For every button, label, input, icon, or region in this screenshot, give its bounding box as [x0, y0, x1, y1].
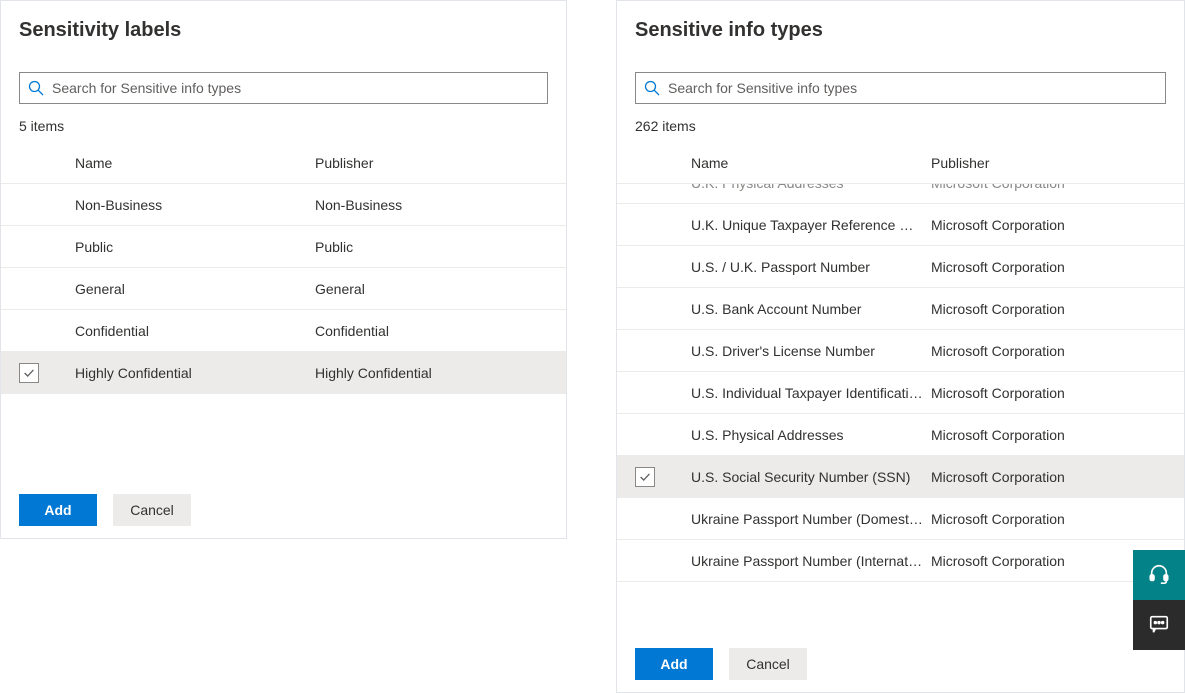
- table-row[interactable]: Ukraine Passport Number (Domestic)Micros…: [617, 498, 1184, 540]
- row-name: Ukraine Passport Number (Domestic): [691, 511, 931, 527]
- row-name: General: [75, 281, 315, 297]
- column-publisher[interactable]: Publisher: [315, 155, 566, 171]
- row-publisher: Microsoft Corporation: [931, 259, 1184, 275]
- search-input[interactable]: [50, 73, 539, 103]
- panel-footer: Add Cancel: [1, 482, 566, 538]
- add-button[interactable]: Add: [19, 494, 97, 526]
- checkbox[interactable]: [635, 467, 655, 487]
- table-row[interactable]: U.S. Social Security Number (SSN)Microso…: [617, 456, 1184, 498]
- row-publisher: Microsoft Corporation: [931, 469, 1184, 485]
- table: Name Publisher U.K. Physical AddressesMi…: [617, 142, 1184, 636]
- panel-footer: Add Cancel: [617, 636, 1184, 692]
- add-button[interactable]: Add: [635, 648, 713, 680]
- table-body: Non-BusinessNon-BusinessPublicPublicGene…: [1, 184, 566, 482]
- row-publisher: Microsoft Corporation: [931, 385, 1184, 401]
- table-row[interactable]: Non-BusinessNon-Business: [1, 184, 566, 226]
- row-name: Ukraine Passport Number (International): [691, 553, 931, 569]
- table-row[interactable]: U.S. Individual Taxpayer Identification …: [617, 372, 1184, 414]
- row-name: Highly Confidential: [75, 365, 315, 381]
- column-publisher[interactable]: Publisher: [931, 155, 1184, 171]
- table-header: Name Publisher: [617, 142, 1184, 184]
- search-icon: [28, 80, 44, 96]
- row-name: U.S. Driver's License Number: [691, 343, 931, 359]
- help-headset-icon: [1148, 563, 1170, 588]
- row-publisher: Microsoft Corporation: [931, 217, 1184, 233]
- table-row[interactable]: U.S. Bank Account NumberMicrosoft Corpor…: [617, 288, 1184, 330]
- table-row[interactable]: Highly ConfidentialHighly Confidential: [1, 352, 566, 394]
- feedback-button[interactable]: [1133, 600, 1185, 650]
- column-name[interactable]: Name: [691, 155, 931, 171]
- panel-title: Sensitivity labels: [1, 1, 566, 54]
- search-input[interactable]: [666, 73, 1157, 103]
- search-icon: [644, 80, 660, 96]
- search-box[interactable]: [19, 72, 548, 104]
- table-row[interactable]: PublicPublic: [1, 226, 566, 268]
- row-publisher: Microsoft Corporation: [931, 427, 1184, 443]
- row-name: U.S. Physical Addresses: [691, 427, 931, 443]
- cancel-button[interactable]: Cancel: [729, 648, 807, 680]
- column-name[interactable]: Name: [75, 155, 315, 171]
- row-publisher: Microsoft Corporation: [931, 301, 1184, 317]
- table-row[interactable]: ConfidentialConfidential: [1, 310, 566, 352]
- sensitivity-labels-panel: Sensitivity labels 5 items Name Publishe…: [0, 0, 567, 539]
- feedback-chat-icon: [1148, 613, 1170, 638]
- row-name: U.S. / U.K. Passport Number: [691, 259, 931, 275]
- row-name: Confidential: [75, 323, 315, 339]
- row-name: U.S. Bank Account Number: [691, 301, 931, 317]
- table-row[interactable]: U.S. / U.K. Passport NumberMicrosoft Cor…: [617, 246, 1184, 288]
- item-count: 5 items: [1, 104, 566, 142]
- row-name: U.S. Individual Taxpayer Identification …: [691, 385, 931, 401]
- table-row[interactable]: U.S. Driver's License NumberMicrosoft Co…: [617, 330, 1184, 372]
- row-publisher: Public: [315, 239, 566, 255]
- row-name: U.K. Physical Addresses: [691, 184, 931, 191]
- help-button[interactable]: [1133, 550, 1185, 600]
- table-header: Name Publisher: [1, 142, 566, 184]
- row-name: Non-Business: [75, 197, 315, 213]
- sensitive-info-types-panel: Sensitive info types 262 items Name Publ…: [616, 0, 1185, 693]
- table-row[interactable]: GeneralGeneral: [1, 268, 566, 310]
- item-count: 262 items: [617, 104, 1184, 142]
- table-row[interactable]: U.K. Physical AddressesMicrosoft Corpora…: [617, 184, 1184, 204]
- panel-title: Sensitive info types: [617, 1, 1184, 54]
- table-body[interactable]: U.K. Physical AddressesMicrosoft Corpora…: [617, 184, 1184, 636]
- row-publisher: Confidential: [315, 323, 566, 339]
- table-row[interactable]: Ukraine Passport Number (International)M…: [617, 540, 1184, 582]
- row-name: U.S. Social Security Number (SSN): [691, 469, 931, 485]
- row-publisher: Highly Confidential: [315, 365, 566, 381]
- row-publisher: Microsoft Corporation: [931, 184, 1184, 191]
- cancel-button[interactable]: Cancel: [113, 494, 191, 526]
- row-publisher: Microsoft Corporation: [931, 511, 1184, 527]
- row-publisher: Microsoft Corporation: [931, 343, 1184, 359]
- table-row[interactable]: U.K. Unique Taxpayer Reference NumberMic…: [617, 204, 1184, 246]
- row-publisher: Non-Business: [315, 197, 566, 213]
- table-row[interactable]: U.S. Physical AddressesMicrosoft Corpora…: [617, 414, 1184, 456]
- row-publisher: General: [315, 281, 566, 297]
- search-box[interactable]: [635, 72, 1166, 104]
- table: Name Publisher Non-BusinessNon-BusinessP…: [1, 142, 566, 482]
- row-name: U.K. Unique Taxpayer Reference Number: [691, 217, 931, 233]
- checkbox[interactable]: [19, 363, 39, 383]
- row-name: Public: [75, 239, 315, 255]
